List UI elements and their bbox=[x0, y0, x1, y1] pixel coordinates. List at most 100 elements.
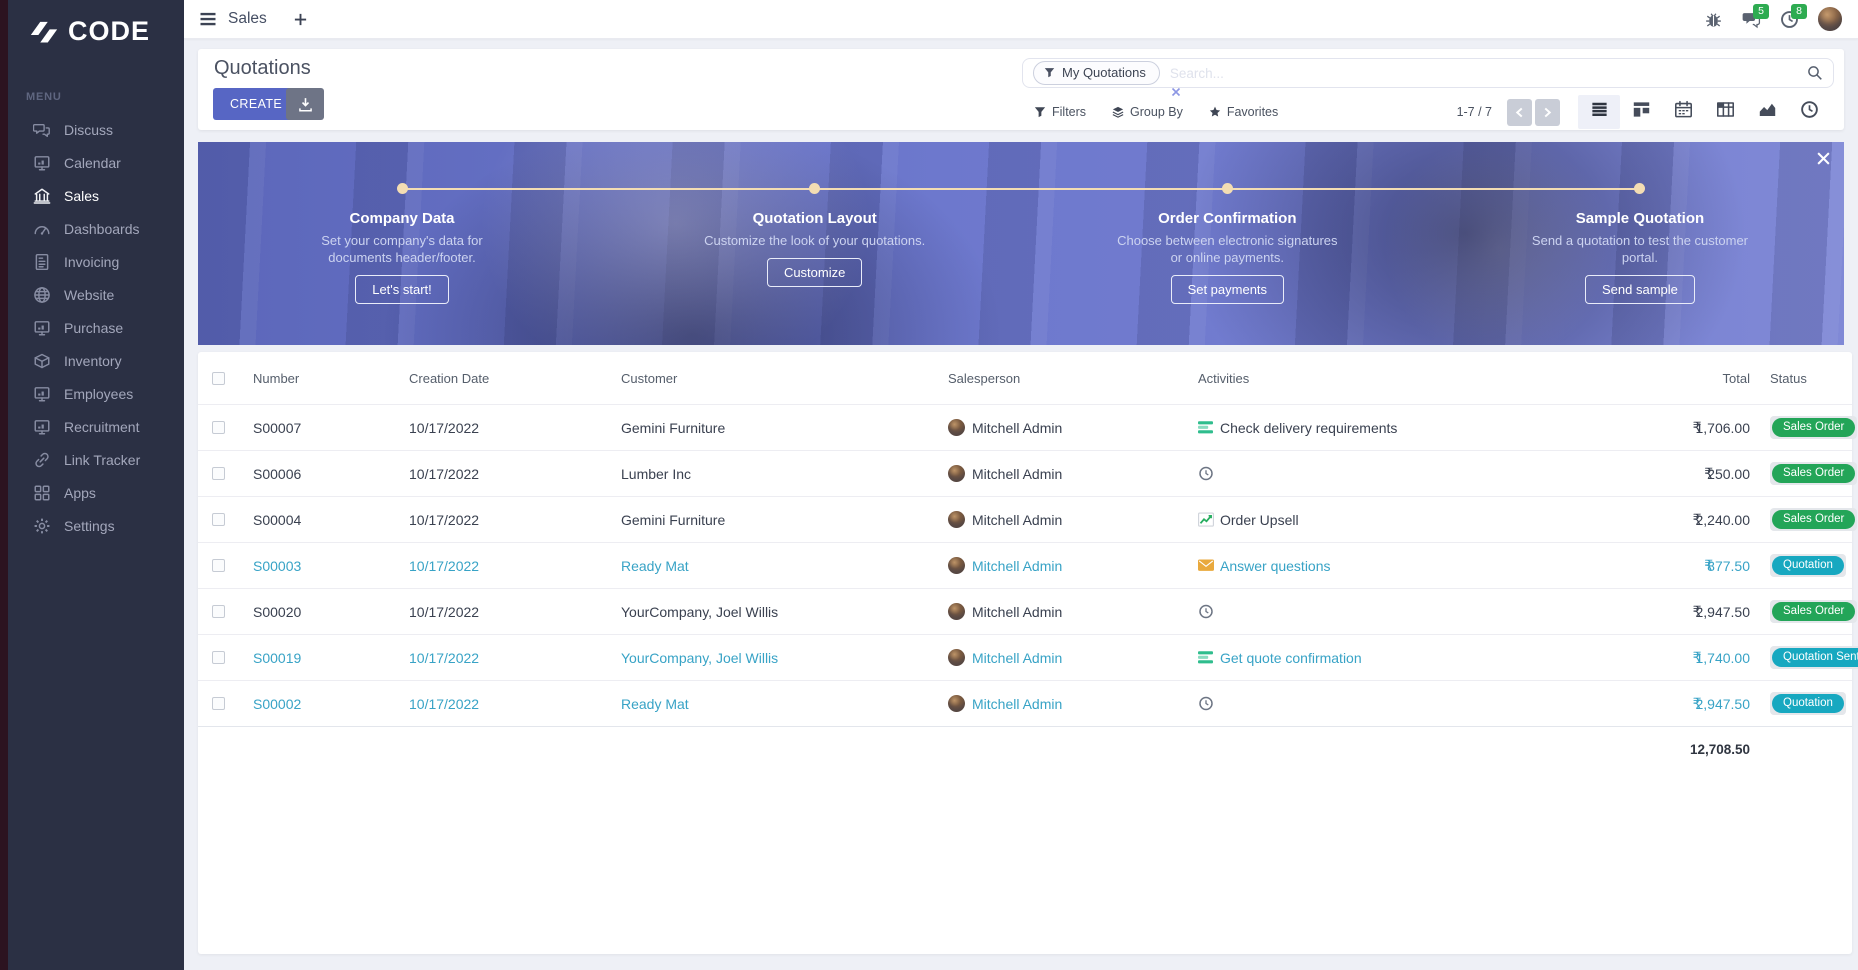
sidebar-item-link-tracker[interactable]: Link Tracker bbox=[8, 443, 184, 476]
pager-previous-button[interactable] bbox=[1507, 99, 1532, 126]
quotation-row-s00020[interactable]: S0002010/17/2022YourCompany, Joel Willis… bbox=[198, 588, 1852, 634]
row-checkbox[interactable] bbox=[212, 559, 225, 572]
view-pivot-button[interactable] bbox=[1704, 95, 1746, 129]
activity-cell[interactable] bbox=[1183, 466, 1578, 481]
new-tab-plus-icon[interactable] bbox=[293, 12, 308, 27]
activity-cell[interactable]: Order Upsell bbox=[1183, 512, 1578, 528]
user-avatar[interactable] bbox=[1818, 7, 1842, 31]
number-cell: S00007 bbox=[238, 420, 394, 436]
topbar-right: 5 8 bbox=[1704, 7, 1842, 31]
quotation-row-s00006[interactable]: S0000610/17/2022Lumber IncMitchell Admin… bbox=[198, 450, 1852, 496]
app-title[interactable]: Sales bbox=[228, 10, 267, 28]
step-description: Set your company's data for documents he… bbox=[290, 232, 515, 266]
salesperson-avatar bbox=[948, 465, 965, 482]
step-dot bbox=[809, 183, 820, 194]
view-activity-button[interactable] bbox=[1788, 95, 1830, 129]
sidebar-item-discuss[interactable]: Discuss bbox=[8, 113, 184, 146]
sidebar-item-inventory[interactable]: Inventory bbox=[8, 344, 184, 377]
view-calendar-button[interactable] bbox=[1662, 95, 1704, 129]
activity-cell[interactable]: Answer questions bbox=[1183, 558, 1578, 574]
salesperson-avatar bbox=[948, 511, 965, 528]
group-by-button[interactable]: Group By bbox=[1112, 105, 1183, 119]
activity-cell[interactable]: Get quote confirmation bbox=[1183, 650, 1578, 666]
step-action-button[interactable]: Let's start! bbox=[355, 275, 449, 304]
sidebar-item-dashboards[interactable]: Dashboards bbox=[8, 212, 184, 245]
quotation-row-s00004[interactable]: S0000410/17/2022Gemini FurnitureMitchell… bbox=[198, 496, 1852, 542]
view-list-button[interactable] bbox=[1578, 95, 1620, 129]
creation-date-cell: 10/17/2022 bbox=[394, 466, 606, 482]
sidebar-item-apps[interactable]: Apps bbox=[8, 476, 184, 509]
sidebar-item-employees[interactable]: Employees bbox=[8, 377, 184, 410]
sidebar-item-label: Sales bbox=[64, 188, 99, 204]
step-action-button[interactable]: Customize bbox=[767, 258, 862, 287]
sidebar-item-website[interactable]: Website bbox=[8, 278, 184, 311]
column-header-status[interactable]: Status bbox=[1750, 371, 1858, 386]
total-cell: ₹1,706.00 bbox=[1578, 419, 1750, 436]
column-header-number[interactable]: Number bbox=[238, 371, 394, 386]
facet-remove-icon[interactable] bbox=[1171, 84, 1181, 94]
sidebar-item-label: Settings bbox=[64, 518, 115, 534]
sidebar-item-label: Calendar bbox=[64, 155, 121, 171]
view-kanban-button[interactable] bbox=[1620, 95, 1662, 129]
status-badge: Sales Order bbox=[1772, 464, 1855, 483]
column-header-creation-date[interactable]: Creation Date bbox=[394, 371, 606, 386]
quotations-list: NumberCreation DateCustomerSalespersonAc… bbox=[198, 352, 1852, 954]
row-checkbox[interactable] bbox=[212, 513, 225, 526]
row-checkbox[interactable] bbox=[212, 697, 225, 710]
chart-icon bbox=[1198, 512, 1214, 527]
activity-cell[interactable]: Check delivery requirements bbox=[1183, 420, 1578, 436]
currency-symbol: ₹ bbox=[1693, 511, 1702, 528]
status-badge: Quotation bbox=[1772, 694, 1844, 713]
sidebar-item-recruitment[interactable]: Recruitment bbox=[8, 410, 184, 443]
creation-date-cell: 10/17/2022 bbox=[394, 650, 606, 666]
globe-icon bbox=[32, 285, 51, 304]
search-facet-chip[interactable]: My Quotations bbox=[1033, 61, 1160, 85]
star-icon bbox=[1209, 106, 1221, 118]
row-checkbox[interactable] bbox=[212, 651, 225, 664]
search-bar[interactable]: My Quotations bbox=[1022, 58, 1834, 88]
step-title: Quotation Layout bbox=[753, 210, 877, 227]
favorites-button[interactable]: Favorites bbox=[1209, 105, 1278, 119]
step-action-button[interactable]: Set payments bbox=[1171, 275, 1285, 304]
hamburger-menu-icon[interactable] bbox=[198, 9, 218, 29]
customer-cell: YourCompany, Joel Willis bbox=[606, 650, 933, 666]
quotation-row-s00007[interactable]: S0000710/17/2022Gemini FurnitureMitchell… bbox=[198, 404, 1852, 450]
filters-button[interactable]: Filters bbox=[1034, 105, 1086, 119]
sidebar-item-settings[interactable]: Settings bbox=[8, 509, 184, 542]
quotation-row-s00003[interactable]: S0000310/17/2022Ready MatMitchell AdminA… bbox=[198, 542, 1852, 588]
pager-next-button[interactable] bbox=[1535, 99, 1560, 126]
app-logo[interactable]: CODE bbox=[8, 0, 184, 47]
table-header-row: NumberCreation DateCustomerSalespersonAc… bbox=[198, 352, 1852, 404]
customer-cell: Gemini Furniture bbox=[606, 512, 933, 528]
view-graph-button[interactable] bbox=[1746, 95, 1788, 129]
search-input[interactable] bbox=[1170, 66, 1807, 81]
step-action-button[interactable]: Send sample bbox=[1585, 275, 1695, 304]
quotation-row-s00002[interactable]: S0000210/17/2022Ready MatMitchell Admin₹… bbox=[198, 680, 1852, 726]
row-checkbox[interactable] bbox=[212, 467, 225, 480]
column-header-salesperson[interactable]: Salesperson bbox=[933, 371, 1183, 386]
layers-icon bbox=[1112, 106, 1124, 118]
step-title: Order Confirmation bbox=[1158, 210, 1296, 227]
activity-cell[interactable] bbox=[1183, 696, 1578, 711]
sidebar-item-invoicing[interactable]: Invoicing bbox=[8, 245, 184, 278]
activity-clock-icon[interactable]: 8 bbox=[1780, 10, 1799, 29]
row-checkbox[interactable] bbox=[212, 421, 225, 434]
column-header-activities[interactable]: Activities bbox=[1183, 371, 1578, 386]
column-header-total[interactable]: Total bbox=[1578, 371, 1750, 386]
activity-label: Get quote confirmation bbox=[1220, 650, 1362, 666]
debug-bug-icon[interactable] bbox=[1704, 10, 1723, 29]
activity-cell[interactable] bbox=[1183, 604, 1578, 619]
quotation-row-s00019[interactable]: S0001910/17/2022YourCompany, Joel Willis… bbox=[198, 634, 1852, 680]
select-all-checkbox[interactable] bbox=[212, 372, 225, 385]
banner-close-icon[interactable] bbox=[1816, 151, 1831, 166]
sidebar-item-label: Dashboards bbox=[64, 221, 140, 237]
messages-icon[interactable]: 5 bbox=[1742, 10, 1761, 29]
sidebar-item-calendar[interactable]: Calendar bbox=[8, 146, 184, 179]
row-checkbox[interactable] bbox=[212, 605, 225, 618]
salesperson-cell: Mitchell Admin bbox=[933, 511, 1183, 528]
sidebar-item-sales[interactable]: Sales bbox=[8, 179, 184, 212]
export-button[interactable] bbox=[286, 88, 324, 120]
search-icon[interactable] bbox=[1807, 65, 1823, 81]
sidebar-item-purchase[interactable]: Purchase bbox=[8, 311, 184, 344]
column-header-customer[interactable]: Customer bbox=[606, 371, 933, 386]
